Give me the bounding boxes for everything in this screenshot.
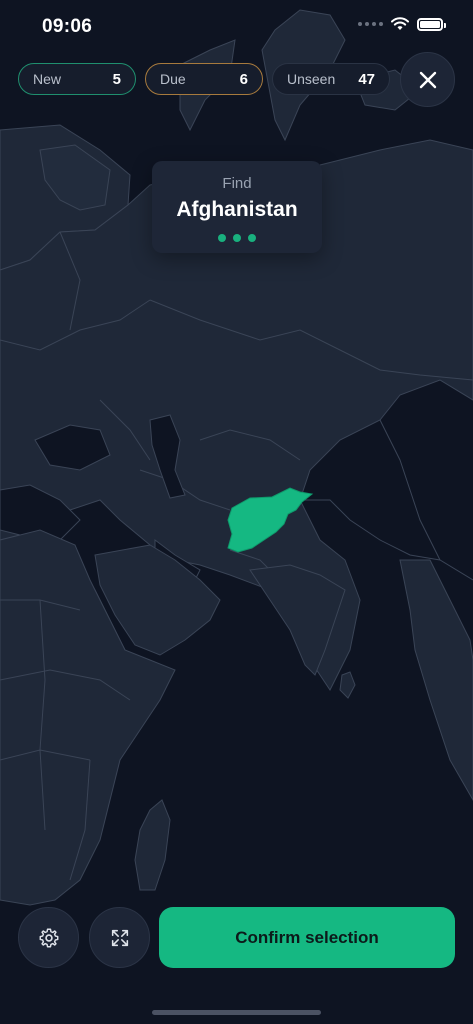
status-bar: 09:06 — [0, 0, 473, 56]
home-indicator — [152, 1010, 321, 1015]
chip-new: New 5 — [18, 63, 136, 95]
status-time: 09:06 — [42, 16, 93, 37]
close-button[interactable] — [400, 52, 455, 107]
counter-chips: New 5 Due 6 Unseen 47 — [18, 63, 390, 95]
confirm-selection-button[interactable]: Confirm selection — [159, 907, 455, 968]
chip-count: 6 — [239, 70, 248, 88]
status-icons — [358, 17, 446, 31]
chip-label: Unseen — [287, 71, 336, 87]
chip-label: Due — [160, 71, 186, 87]
close-icon — [419, 71, 436, 88]
signal-icon — [358, 22, 383, 26]
gear-icon — [39, 928, 58, 947]
landmass-se-asia — [399, 559, 473, 802]
chip-count: 47 — [358, 70, 375, 88]
landmass-sri-lanka — [339, 671, 356, 699]
wifi-icon — [391, 17, 409, 30]
battery-icon — [417, 17, 446, 31]
landmass-madagascar — [134, 799, 171, 891]
chip-count: 5 — [112, 70, 121, 88]
chip-label: New — [33, 71, 62, 87]
chip-due: Due 6 — [145, 63, 263, 95]
progress-dots — [152, 234, 322, 242]
prompt-find-label: Find — [222, 175, 252, 192]
prompt-card: Find Afghanistan — [152, 161, 322, 253]
fullscreen-button[interactable] — [89, 907, 150, 968]
world-map[interactable] — [0, 0, 473, 1024]
settings-button[interactable] — [18, 907, 79, 968]
prompt-country: Afghanistan — [176, 198, 298, 221]
chip-unseen: Unseen 47 — [272, 63, 390, 95]
expand-icon — [111, 929, 128, 946]
